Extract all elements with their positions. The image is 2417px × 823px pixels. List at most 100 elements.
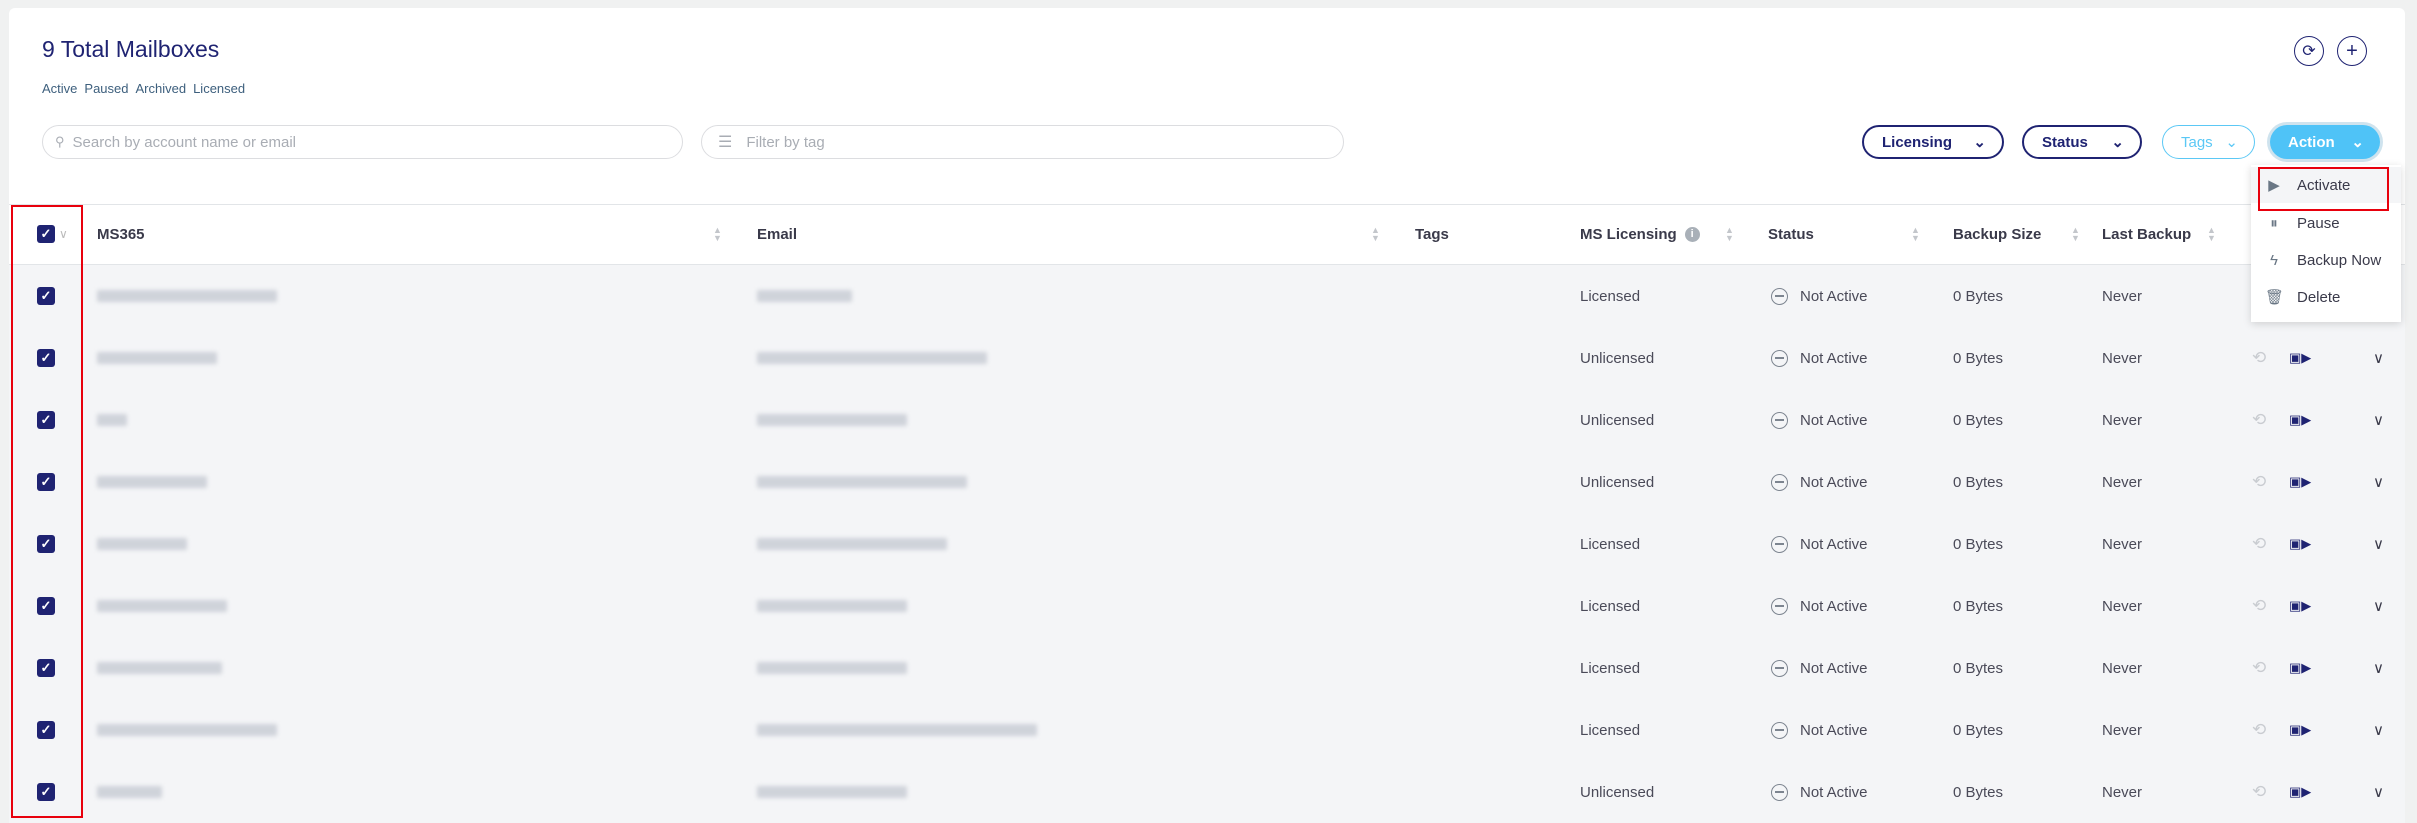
col-backup-size[interactable]: Backup Size (1953, 205, 2041, 263)
status-dropdown[interactable]: Status ⌄ (2022, 125, 2142, 159)
status-value: Not Active (1771, 389, 1868, 451)
info-icon[interactable]: i (1684, 226, 1700, 242)
delete-label: Delete (2297, 288, 2341, 306)
calendar-play-icon[interactable]: ▣▶ (2289, 575, 2311, 637)
menu-item-delete[interactable]: 🗑 Delete (2251, 279, 2401, 315)
calendar-play-icon[interactable]: ▣▶ (2289, 699, 2311, 761)
plus-icon: + (2346, 39, 2358, 62)
sort-icon[interactable]: ▲ ▼ (713, 205, 722, 263)
status-value: Not Active (1771, 327, 1868, 389)
licensing-value: Unlicensed (1580, 473, 1655, 491)
add-button[interactable]: + (2337, 36, 2367, 66)
col-tags: Tags (1415, 225, 1449, 243)
filter-archived[interactable]: Archived (136, 81, 187, 96)
calendar-play-icon[interactable]: ▣▶ (2289, 761, 2311, 823)
tag-filter-input[interactable]: ☰ Filter by tag (701, 125, 1344, 159)
status-text: Not Active (1800, 535, 1868, 553)
table-row[interactable]: ✓ Licensed Not Active 0 Bytes Never ⟲ ▣▶… (9, 513, 2405, 575)
account-name-blurred (97, 637, 222, 699)
restore-icon[interactable]: ⟲ (2252, 513, 2266, 575)
search-input[interactable]: ⚲ Search by account name or email (42, 125, 683, 159)
highlight-activate (2258, 167, 2389, 211)
licensing-value: Licensed (1580, 597, 1641, 615)
table-row[interactable]: ✓ Licensed Not Active 0 Bytes Never ⟲ ▣▶… (9, 637, 2405, 699)
email-blurred (757, 327, 987, 389)
table-row[interactable]: ✓ Licensed Not Active 0 Bytes Never (9, 265, 2405, 327)
not-active-icon (1771, 783, 1788, 801)
table-row[interactable]: ✓ Unlicensed Not Active 0 Bytes Never ⟲ … (9, 327, 2405, 389)
menu-item-backup-now[interactable]: ϟ Backup Now (2251, 242, 2401, 278)
status-value: Not Active (1771, 265, 1868, 327)
restore-icon[interactable]: ⟲ (2252, 699, 2266, 761)
search-icon: ⚲ (55, 134, 65, 149)
table-row[interactable]: ✓ Licensed Not Active 0 Bytes Never ⟲ ▣▶… (9, 699, 2405, 761)
action-dropdown[interactable]: Action ⌄ (2270, 125, 2380, 159)
filter-active[interactable]: Active (42, 81, 77, 96)
calendar-play-icon[interactable]: ▣▶ (2289, 637, 2311, 699)
chevron-down-icon: ⌄ (2351, 134, 2364, 151)
filter-licensed[interactable]: Licensed (193, 81, 245, 96)
sort-icon[interactable]: ▲ ▼ (1371, 205, 1380, 263)
backup-size-value: 0 Bytes (1953, 411, 2004, 429)
page-title: 9 Total Mailboxes (42, 36, 220, 62)
licensing-value: Unlicensed (1580, 411, 1655, 429)
refresh-button[interactable]: ⟳ (2294, 36, 2324, 66)
ms-licensing-label: MS Licensing (1580, 225, 1677, 243)
pause-label: Pause (2297, 214, 2340, 232)
status-value: Not Active (1771, 637, 1868, 699)
restore-icon[interactable]: ⟲ (2252, 451, 2266, 513)
col-ms365[interactable]: MS365 (97, 205, 145, 263)
restore-icon[interactable]: ⟲ (2252, 389, 2266, 451)
restore-icon[interactable]: ⟲ (2252, 637, 2266, 699)
backup-size-value: 0 Bytes (1953, 287, 2004, 305)
calendar-play-icon[interactable]: ▣▶ (2289, 327, 2311, 389)
account-name-blurred (97, 327, 217, 389)
backup-size-value: 0 Bytes (1953, 659, 2004, 677)
last-backup-value: Never (2102, 411, 2143, 429)
col-ms-licensing[interactable]: MS Licensing i (1580, 205, 1700, 263)
last-backup-value: Never (2102, 287, 2143, 305)
restore-icon[interactable]: ⟲ (2252, 575, 2266, 637)
expand-chevron-icon[interactable]: ∨ (2373, 451, 2384, 513)
calendar-play-icon[interactable]: ▣▶ (2289, 451, 2311, 513)
filter-paused[interactable]: Paused (84, 81, 128, 96)
last-backup-value: Never (2102, 721, 2143, 739)
sort-icon[interactable]: ▲ ▼ (1911, 205, 1920, 263)
tags-label: Tags (2181, 133, 2213, 151)
calendar-play-icon[interactable]: ▣▶ (2289, 513, 2311, 575)
expand-chevron-icon[interactable]: ∨ (2373, 761, 2384, 823)
restore-icon[interactable]: ⟲ (2252, 761, 2266, 823)
table-row[interactable]: ✓ Unlicensed Not Active 0 Bytes Never ⟲ … (9, 761, 2405, 823)
account-name-blurred (97, 575, 227, 637)
table-row[interactable]: ✓ Unlicensed Not Active 0 Bytes Never ⟲ … (9, 451, 2405, 513)
calendar-play-icon[interactable]: ▣▶ (2289, 389, 2311, 451)
tags-dropdown[interactable]: Tags ⌄ (2162, 125, 2255, 159)
table-body: ✓ Licensed Not Active 0 Bytes Never ✓ Un… (9, 265, 2405, 823)
licensing-dropdown[interactable]: Licensing ⌄ (1862, 125, 2004, 159)
col-status[interactable]: Status (1768, 205, 1814, 263)
expand-chevron-icon[interactable]: ∨ (2373, 327, 2384, 389)
expand-chevron-icon[interactable]: ∨ (2373, 389, 2384, 451)
email-blurred (757, 699, 1037, 761)
backup-size-value: 0 Bytes (1953, 473, 2004, 491)
status-label: Status (2042, 133, 2088, 151)
status-value: Not Active (1771, 699, 1868, 761)
backup-now-label: Backup Now (2297, 251, 2382, 269)
table-row[interactable]: ✓ Licensed Not Active 0 Bytes Never ⟲ ▣▶… (9, 575, 2405, 637)
expand-chevron-icon[interactable]: ∨ (2373, 575, 2384, 637)
email-blurred (757, 761, 907, 823)
sort-icon[interactable]: ▲ ▼ (1725, 205, 1734, 263)
not-active-icon (1771, 411, 1788, 429)
restore-icon[interactable]: ⟲ (2252, 327, 2266, 389)
expand-chevron-icon[interactable]: ∨ (2373, 699, 2384, 761)
expand-chevron-icon[interactable]: ∨ (2373, 513, 2384, 575)
sort-icon[interactable]: ▲ ▼ (2207, 205, 2216, 263)
status-text: Not Active (1800, 659, 1868, 677)
table-row[interactable]: ✓ Unlicensed Not Active 0 Bytes Never ⟲ … (9, 389, 2405, 451)
status-text: Not Active (1800, 783, 1868, 801)
licensing-value: Licensed (1580, 721, 1641, 739)
sort-icon[interactable]: ▲ ▼ (2071, 205, 2080, 263)
col-email[interactable]: Email (757, 205, 797, 263)
expand-chevron-icon[interactable]: ∨ (2373, 637, 2384, 699)
col-last-backup[interactable]: Last Backup (2102, 205, 2191, 263)
